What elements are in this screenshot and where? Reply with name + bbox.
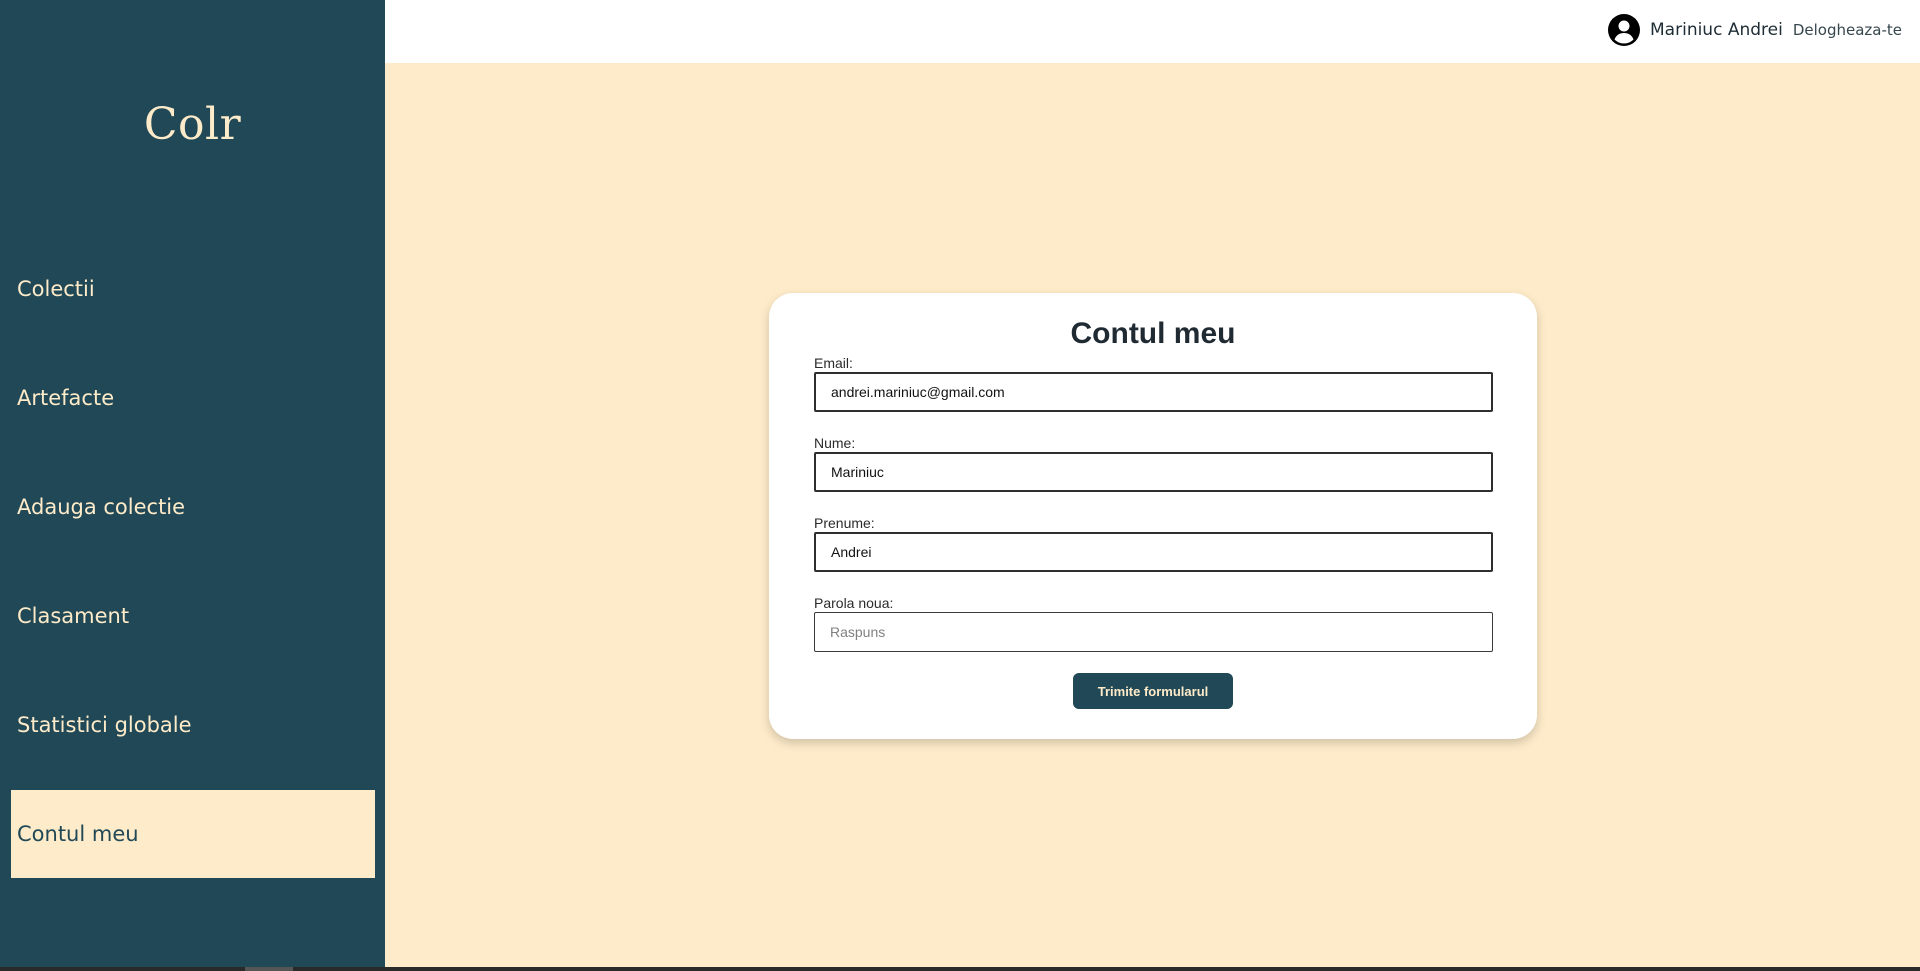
user-area: Mariniuc Andrei Delogheaza-te (1608, 14, 1902, 46)
main-content: Contul meu Email: Nume: Prenume: Parola … (385, 63, 1920, 967)
sidebar-item-contul-meu[interactable]: Contul meu (11, 790, 375, 878)
email-label: Email: (814, 355, 853, 371)
sidebar-nav: Colectii Artefacte Adauga colectie Clasa… (0, 0, 385, 967)
last-name-field[interactable] (814, 452, 1493, 492)
form-title: Contul meu (1070, 317, 1236, 350)
new-password-label: Parola noua: (814, 595, 894, 611)
first-name-field[interactable] (814, 532, 1493, 572)
sidebar-item-artefacte[interactable]: Artefacte (11, 354, 375, 442)
top-bar: Mariniuc Andrei Delogheaza-te (385, 0, 1920, 63)
sidebar: Colr Colectii Artefacte Adauga colectie … (0, 0, 385, 967)
logout-link[interactable]: Delogheaza-te (1793, 21, 1902, 39)
sidebar-item-colectii[interactable]: Colectii (11, 245, 375, 333)
scroll-thumb[interactable] (245, 967, 293, 971)
sidebar-item-label: Contul meu (17, 822, 139, 846)
sidebar-item-label: Statistici globale (17, 713, 192, 737)
account-circle-icon[interactable] (1608, 14, 1641, 46)
account-form-card: Contul meu Email: Nume: Prenume: Parola … (769, 293, 1537, 739)
bottom-edge-strip (0, 967, 1920, 971)
first-name-label: Prenume: (814, 515, 875, 531)
sidebar-item-label: Artefacte (17, 386, 115, 410)
user-name[interactable]: Mariniuc Andrei (1650, 20, 1783, 40)
sidebar-item-clasament[interactable]: Clasament (11, 572, 375, 660)
last-name-label: Nume: (814, 435, 856, 451)
email-field[interactable] (814, 372, 1493, 412)
sidebar-item-label: Colectii (17, 277, 95, 301)
sidebar-item-label: Adauga colectie (17, 495, 186, 519)
sidebar-item-statistici-globale[interactable]: Statistici globale (11, 681, 375, 769)
sidebar-item-label: Clasament (17, 604, 130, 628)
app-root: Colr Colectii Artefacte Adauga colectie … (0, 0, 1920, 971)
new-password-field[interactable] (814, 612, 1493, 652)
submit-button[interactable]: Trimite formularul (1073, 673, 1233, 709)
sidebar-item-adauga-colectie[interactable]: Adauga colectie (11, 463, 375, 551)
